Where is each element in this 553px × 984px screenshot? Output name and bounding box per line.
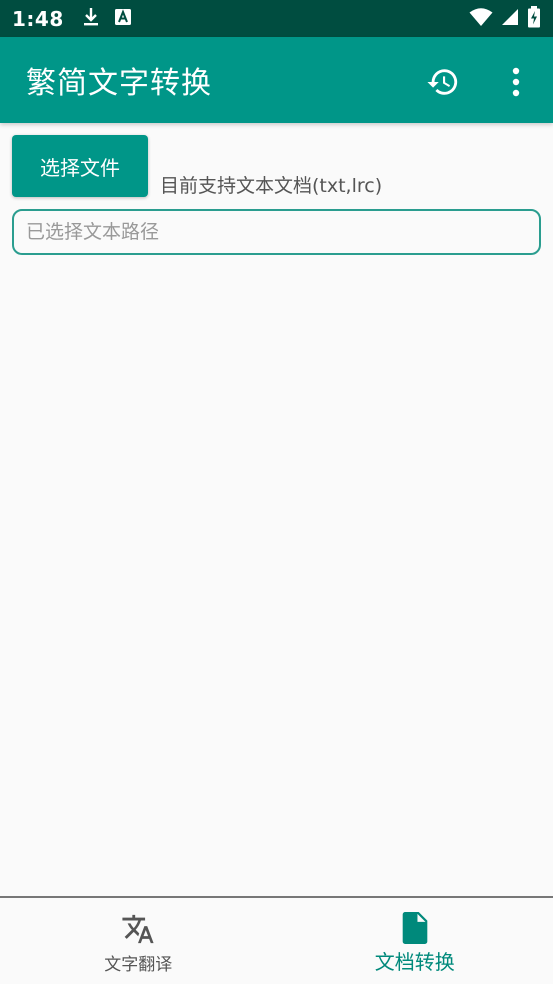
status-notification-icons xyxy=(82,7,132,31)
supported-formats-text: 目前支持文本文档(txt,lrc) xyxy=(160,175,383,197)
download-icon xyxy=(82,7,100,31)
status-bar: 1:48 xyxy=(0,0,553,37)
more-vert-icon xyxy=(512,67,520,97)
battery-charging-icon xyxy=(527,5,541,32)
app-title: 繁简文字转换 xyxy=(26,66,212,101)
app-a-icon xyxy=(114,8,132,30)
screen: 1:48 繁简文字转换 选择文件 目前支持文本文档(txt,lrc) 已选择文本… xyxy=(0,0,553,984)
signal-icon xyxy=(501,8,519,30)
select-file-button[interactable]: 选择文件 xyxy=(12,135,148,197)
nav-label-document-convert: 文档转换 xyxy=(374,950,455,974)
document-icon xyxy=(402,912,428,944)
history-button[interactable] xyxy=(421,60,465,104)
selected-path-input[interactable] xyxy=(12,209,541,255)
bottom-navigation: 文字翻译 文档转换 xyxy=(0,896,553,984)
nav-item-document-convert[interactable]: 文档转换 xyxy=(277,898,553,984)
nav-label-text-translate: 文字翻译 xyxy=(104,955,173,975)
translate-icon xyxy=(122,914,154,944)
nav-item-text-translate[interactable]: 文字翻译 xyxy=(0,898,277,984)
overflow-menu-button[interactable] xyxy=(494,60,538,104)
status-time: 1:48 xyxy=(12,6,64,31)
wifi-icon xyxy=(469,7,493,31)
status-system-icons xyxy=(469,5,541,32)
app-bar: 繁简文字转换 xyxy=(0,37,553,123)
history-icon xyxy=(427,69,458,95)
